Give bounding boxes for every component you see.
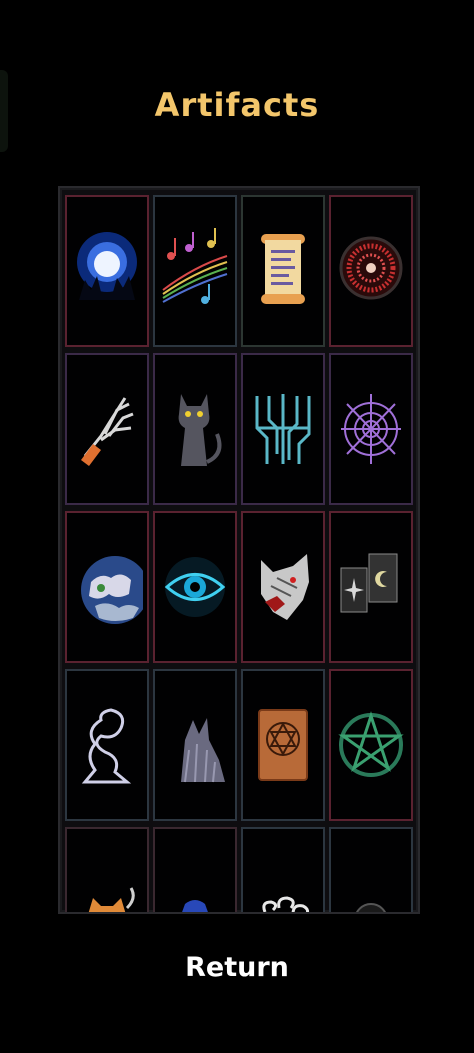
rune-circle-icon [339, 236, 403, 300]
tarot-cards-icon [340, 553, 398, 613]
shadow-beast-icon [181, 718, 225, 783]
planet-icon [81, 556, 143, 624]
artifact-card[interactable] [153, 195, 237, 347]
wizard-cloak-icon [182, 900, 208, 912]
moon-howl-icon [77, 232, 137, 300]
artifact-card[interactable] [153, 827, 237, 912]
artifact-card[interactable] [241, 353, 325, 505]
pentagram-icon [338, 711, 404, 777]
artifact-card[interactable] [329, 827, 413, 912]
return-button[interactable]: Return [0, 952, 474, 983]
scroll-icon [261, 234, 305, 304]
mechanical-cat-icon [88, 887, 135, 912]
skeleton-hand-icon [81, 397, 134, 466]
artifact-card[interactable] [153, 353, 237, 505]
artifact-card[interactable] [241, 195, 325, 347]
artifact-card[interactable] [241, 511, 325, 663]
hex-book-icon [258, 709, 308, 781]
spirit-wisp-icon [81, 708, 132, 784]
artifact-card[interactable] [65, 353, 149, 505]
artifact-card[interactable] [65, 511, 149, 663]
wind-swirl-icon [262, 896, 310, 912]
artifact-grid [65, 195, 413, 912]
artifact-panel [58, 186, 420, 914]
artifact-card[interactable] [65, 195, 149, 347]
spider-web-icon [341, 394, 401, 464]
wolf-head-icon [261, 554, 309, 620]
artifact-card[interactable] [65, 827, 149, 912]
eye-icon [164, 557, 226, 617]
artifact-card[interactable] [241, 827, 325, 912]
artifact-card[interactable] [329, 353, 413, 505]
artifact-card[interactable] [65, 669, 149, 821]
artifact-card[interactable] [329, 195, 413, 347]
artifact-card[interactable] [329, 669, 413, 821]
skull-lantern-icon [356, 903, 386, 912]
artifact-card[interactable] [329, 511, 413, 663]
artifact-card[interactable] [241, 669, 325, 821]
circuit-glyph-icon [255, 394, 311, 464]
music-notes-icon [162, 228, 228, 304]
artifact-card[interactable] [153, 669, 237, 821]
artifact-card[interactable] [153, 511, 237, 663]
page-title: Artifacts [154, 86, 320, 124]
black-cat-icon [178, 394, 222, 466]
